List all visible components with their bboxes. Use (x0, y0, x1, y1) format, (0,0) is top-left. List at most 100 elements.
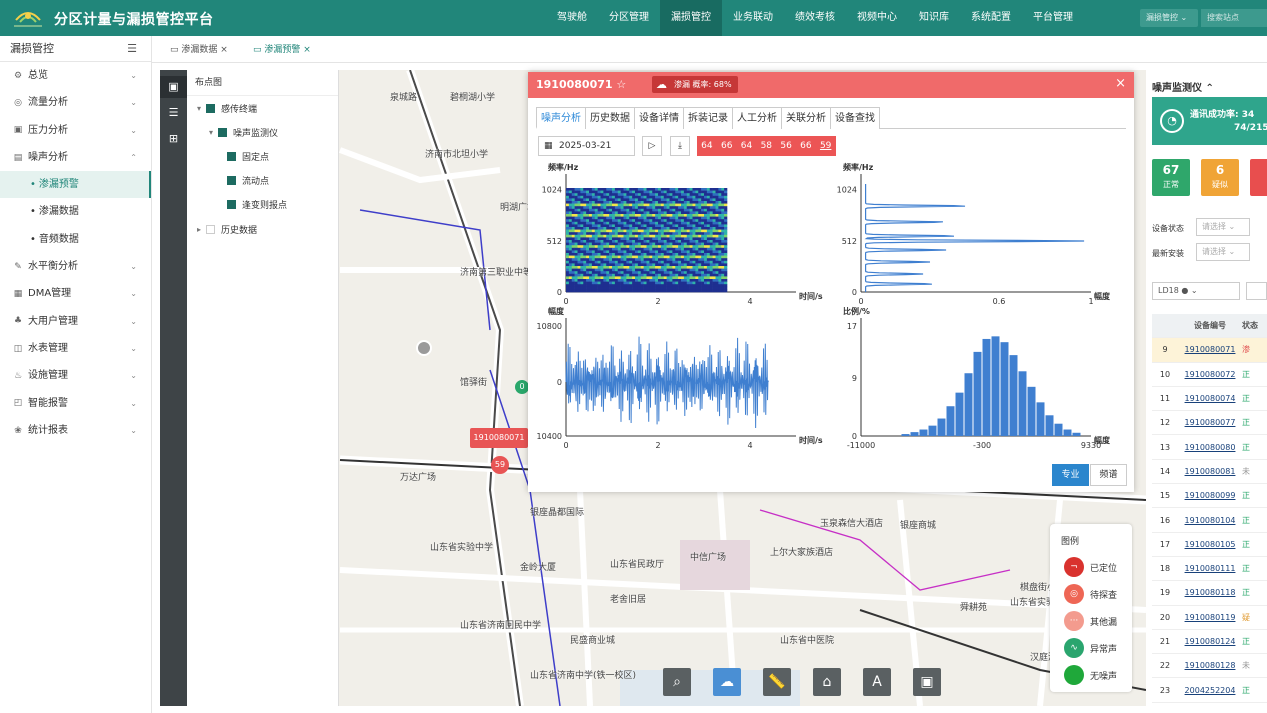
table-row[interactable]: 18 1910080111 正 (1152, 557, 1267, 582)
leak-tool-button[interactable]: ☁ (713, 668, 741, 696)
table-row[interactable]: 21 1910080124 正 (1152, 630, 1267, 655)
sidebar-subitem[interactable]: • 音频数据 (0, 226, 151, 253)
nav-item[interactable]: 平台管理 (1022, 0, 1084, 36)
sidebar-item[interactable]: ✎ 水平衡分析 ⌄ (0, 253, 151, 280)
checkbox[interactable] (227, 176, 236, 186)
number-input[interactable] (1246, 282, 1267, 300)
noise-value[interactable]: 56 (776, 136, 796, 156)
sidebar-item[interactable]: ♨ 设施管理 ⌄ (0, 362, 151, 389)
table-row[interactable]: 23 2004252204 正 (1152, 678, 1267, 703)
close-icon[interactable]: × (220, 45, 228, 55)
noise-value[interactable]: 59 (816, 136, 836, 156)
ruler-tool-button[interactable]: 📏 (763, 668, 791, 696)
map-marker-value[interactable]: 59 (491, 456, 509, 474)
caret-down-icon[interactable]: ▾ (197, 104, 201, 113)
nav-item[interactable]: 视频中心 (846, 0, 908, 36)
table-row[interactable]: 19 1910080118 正 (1152, 581, 1267, 606)
table-row[interactable]: 16 1910080104 正 (1152, 508, 1267, 533)
latest-install-select[interactable]: 请选择 ⌄ (1196, 243, 1250, 261)
noise-value[interactable]: 58 (756, 136, 776, 156)
device-status-select[interactable]: 请选择 ⌄ (1196, 218, 1250, 236)
popup-tab[interactable]: 拆装记录 (683, 107, 733, 129)
noise-value[interactable]: 64 (737, 136, 757, 156)
sidebar-item[interactable]: ♣ 大用户管理 ⌄ (0, 308, 151, 335)
table-row[interactable]: 20 1910080119 疑 (1152, 606, 1267, 630)
map-cluster-marker[interactable]: 0 (515, 380, 529, 394)
tree-node[interactable]: 固定点 (187, 144, 338, 168)
sidebar-item[interactable]: ▤ 噪声分析 ⌃ (0, 144, 151, 171)
nav-item[interactable]: 分区管理 (598, 0, 660, 36)
checkbox[interactable] (206, 224, 216, 234)
nav-item[interactable]: 系统配置 (960, 0, 1022, 36)
tab-leak-warning[interactable]: ▭ 渗漏预警 × (245, 40, 319, 60)
star-icon[interactable]: ☆ (616, 78, 626, 91)
status-stat-card[interactable]: 6 疑似 (1201, 159, 1239, 196)
checkbox[interactable] (227, 151, 236, 161)
popup-tab[interactable]: 设备详情 (634, 107, 684, 129)
status-stat-card[interactable]: 67 正常 (1152, 159, 1190, 196)
play-button[interactable]: ▷ (642, 136, 662, 156)
popup-tab[interactable]: 历史数据 (585, 107, 635, 129)
table-row[interactable]: 9 1910080071 渗 (1152, 338, 1267, 363)
sidebar-item[interactable]: ◎ 流量分析 ⌄ (0, 89, 151, 116)
sidebar-item[interactable]: ▦ DMA管理 ⌄ (0, 280, 151, 307)
noise-value[interactable]: 64 (697, 136, 717, 156)
table-row[interactable]: 10 1910080072 正 (1152, 363, 1267, 387)
sidebar-item[interactable]: ◫ 水表管理 ⌄ (0, 335, 151, 362)
checkbox[interactable] (206, 103, 216, 113)
device-id-link[interactable]: 1910080072 (1178, 370, 1242, 379)
device-id-link[interactable]: 1910080077 (1178, 418, 1242, 427)
caret-right-icon[interactable]: ▸ (197, 225, 201, 234)
list-icon[interactable]: ☰ (160, 102, 187, 124)
device-id-link[interactable]: 1910080081 (1178, 467, 1242, 476)
table-row[interactable]: 11 1910080074 正 (1152, 387, 1267, 412)
tree-node[interactable]: 流动点 (187, 169, 338, 193)
device-id-link[interactable]: 2004252204 (1178, 686, 1242, 695)
device-id-link[interactable]: 1910080099 (1178, 491, 1242, 500)
sidebar-subitem[interactable]: • 渗漏数据 (0, 198, 151, 225)
tree-node[interactable]: ▾ 感传终端 (187, 96, 338, 120)
table-row[interactable]: 12 1910080077 正 (1152, 411, 1267, 436)
sidebar-item[interactable]: ⚙ 总览 ⌄ (0, 62, 151, 89)
spectrum-button[interactable]: 频谱 (1090, 464, 1127, 486)
map-gray-marker[interactable] (416, 340, 432, 356)
nav-item[interactable]: 驾驶舱 (546, 0, 598, 36)
popup-tab[interactable]: 设备查找 (830, 107, 880, 129)
device-id-link[interactable]: 1910080074 (1178, 394, 1242, 403)
search-tool-button[interactable]: ⌕ (663, 668, 691, 696)
device-id-link[interactable]: 1910080104 (1178, 516, 1242, 525)
tab-leak-data[interactable]: ▭ 渗漏数据 × (162, 40, 236, 60)
column-header[interactable]: 状态 (1242, 320, 1267, 331)
download-button[interactable]: ⤓ (670, 136, 690, 156)
tree-node[interactable]: 逢变则报点 (187, 193, 338, 217)
map-marker-label[interactable]: 1910080071 (470, 428, 528, 448)
collapse-menu-icon[interactable]: ☰ (127, 36, 137, 62)
table-row[interactable]: 14 1910080081 未 (1152, 460, 1267, 485)
sidebar-item[interactable]: ▣ 压力分析 ⌄ (0, 117, 151, 144)
popup-tab[interactable]: 人工分析 (732, 107, 782, 129)
device-id-link[interactable]: 1910080124 (1178, 637, 1242, 646)
sidebar-item[interactable]: ❀ 统计报表 ⌄ (0, 417, 151, 444)
sidebar-subitem[interactable]: • 渗漏预警 (0, 171, 151, 199)
ld-select[interactable]: LD18 ● ⌄ (1152, 282, 1240, 300)
nav-item[interactable]: 绩效考核 (784, 0, 846, 36)
sidebar-item[interactable]: ◰ 智能报警 ⌄ (0, 390, 151, 417)
text-tool-button[interactable]: A (863, 668, 891, 696)
device-id-link[interactable]: 1910080111 (1178, 564, 1242, 573)
close-icon[interactable]: × (1115, 76, 1126, 91)
tree-node[interactable]: ▾ 噪声监测仪 (187, 120, 338, 144)
professional-button[interactable]: 专业 (1052, 464, 1089, 486)
noise-value[interactable]: 66 (717, 136, 737, 156)
column-header[interactable]: 设备编号 (1178, 320, 1242, 331)
grid-icon[interactable]: ⊞ (160, 128, 187, 150)
date-picker[interactable]: ▦ 2025-03-21 (538, 136, 635, 156)
checkbox[interactable] (227, 200, 236, 210)
save-tool-button[interactable]: ▣ (913, 668, 941, 696)
layout-icon[interactable]: ▣ (160, 76, 187, 98)
nav-item[interactable]: 业务联动 (722, 0, 784, 36)
device-id-link[interactable]: 1910080080 (1178, 443, 1242, 452)
checkbox[interactable] (218, 127, 228, 137)
device-id-link[interactable]: 1910080119 (1178, 613, 1242, 622)
table-row[interactable]: 15 1910080099 正 (1152, 484, 1267, 509)
nav-item[interactable]: 知识库 (908, 0, 960, 36)
